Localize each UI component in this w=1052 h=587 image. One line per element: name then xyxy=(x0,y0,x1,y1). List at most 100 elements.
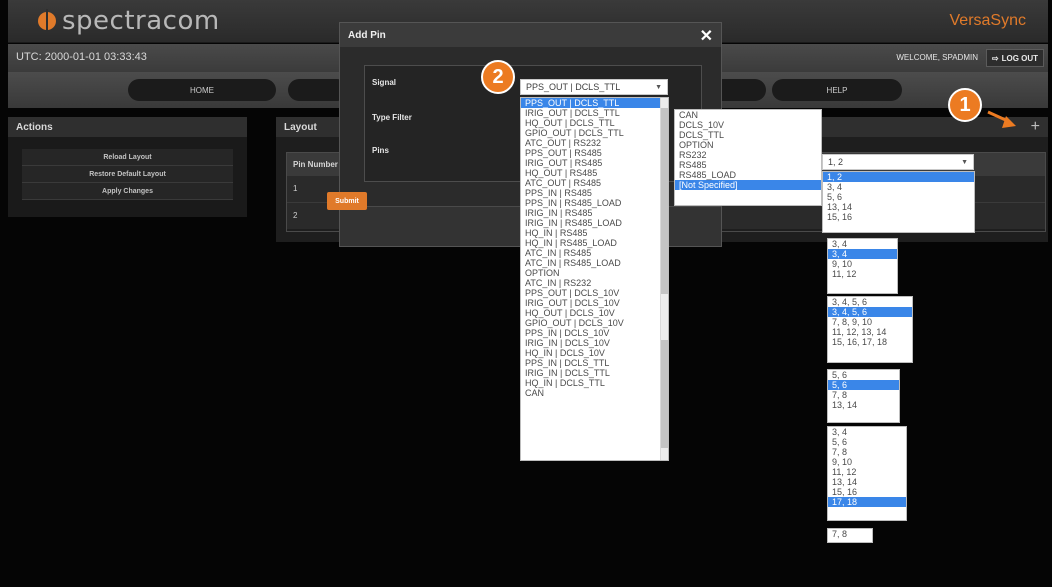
pins-option-list[interactable]: 3, 4 5, 6 7, 8 9, 10 11, 12 13, 14 15, 16 17, 1… xyxy=(827,426,907,521)
list-item[interactable]: 3, 4 xyxy=(828,239,897,249)
list-item[interactable]: 5, 6 xyxy=(828,370,899,380)
list-item[interactable]: 1, 2 xyxy=(823,172,974,182)
list-item[interactable]: CAN xyxy=(521,388,668,398)
list-item[interactable]: 5, 6 xyxy=(828,437,906,447)
list-item[interactable]: ATC_IN | RS485_LOAD xyxy=(521,258,668,268)
close-icon[interactable]: ✕ xyxy=(700,26,713,46)
list-item[interactable]: HQ_OUT | RS485 xyxy=(521,168,668,178)
list-item[interactable]: 13, 14 xyxy=(828,477,906,487)
list-item[interactable]: 15, 16, 17, 18 xyxy=(828,337,912,347)
list-item[interactable]: PPS_IN | RS485_LOAD xyxy=(521,198,668,208)
chevron-down-icon: ▼ xyxy=(655,84,662,91)
list-item[interactable]: PPS_OUT | RS485 xyxy=(521,148,668,158)
list-item[interactable]: IRIG_IN | RS485 xyxy=(521,208,668,218)
list-item[interactable]: 3, 4 xyxy=(828,249,897,259)
list-item[interactable]: 15, 16 xyxy=(828,487,906,497)
list-item[interactable]: 7, 8, 9, 10 xyxy=(828,317,912,327)
scrollbar-thumb-lower[interactable] xyxy=(661,340,668,448)
list-item[interactable]: DCLS_TTL xyxy=(675,130,821,140)
list-item[interactable]: PPS_IN | DCLS_10V xyxy=(521,328,668,338)
signal-dropdown-list[interactable]: PPS_OUT | DCLS_TTL IRIG_OUT | DCLS_TTL HQ_… xyxy=(520,97,669,461)
list-item[interactable]: 15, 16 xyxy=(823,212,974,222)
list-item[interactable]: 11, 12, 13, 14 xyxy=(828,327,912,337)
signal-list-scrollbar[interactable] xyxy=(660,98,668,460)
pins-option-list[interactable]: 3, 4, 5, 6 3, 4, 5, 6 7, 8, 9, 10 11, 12, 1… xyxy=(827,296,913,363)
list-item[interactable]: 9, 10 xyxy=(828,457,906,467)
list-item[interactable]: IRIG_IN | DCLS_10V xyxy=(521,338,668,348)
pins-dropdown-list[interactable]: 1, 2 3, 4 5, 6 13, 14 15, 16 xyxy=(822,171,975,233)
list-item[interactable]: HQ_IN | DCLS_10V xyxy=(521,348,668,358)
list-item[interactable]: GPIO_OUT | DCLS_TTL xyxy=(521,128,668,138)
list-item[interactable]: PPS_OUT | DCLS_TTL xyxy=(521,98,668,108)
list-item[interactable]: RS485_LOAD xyxy=(675,170,821,180)
logout-icon: ⇨ xyxy=(991,53,999,63)
nav-help-button[interactable]: HELP xyxy=(772,79,902,101)
list-item[interactable]: CAN xyxy=(675,110,821,120)
list-item[interactable]: HQ_IN | RS485_LOAD xyxy=(521,238,668,248)
list-item[interactable]: OPTION xyxy=(675,140,821,150)
list-item[interactable]: 5, 6 xyxy=(823,192,974,202)
list-item[interactable]: 7, 8 xyxy=(828,390,899,400)
list-item[interactable]: ATC_OUT | RS485 xyxy=(521,178,668,188)
list-item[interactable]: IRIG_OUT | DCLS_TTL xyxy=(521,108,668,118)
signal-select[interactable]: PPS_OUT | DCLS_TTL ▼ xyxy=(520,79,668,95)
list-item[interactable]: 13, 14 xyxy=(828,400,899,410)
nav-home-button[interactable]: HOME xyxy=(128,79,276,101)
logo: spectracom xyxy=(38,4,220,38)
list-item[interactable]: IRIG_IN | DCLS_TTL xyxy=(521,368,668,378)
list-item[interactable]: 11, 12 xyxy=(828,467,906,477)
restore-default-layout-button[interactable]: Restore Default Layout xyxy=(22,166,233,183)
product-name: VersaSync xyxy=(949,12,1026,29)
list-item[interactable]: [Not Specified] xyxy=(675,180,821,190)
list-item[interactable]: 9, 10 xyxy=(828,259,897,269)
list-item[interactable]: IRIG_OUT | RS485 xyxy=(521,158,668,168)
scrollbar-thumb[interactable] xyxy=(661,108,668,294)
list-item[interactable]: PPS_IN | DCLS_TTL xyxy=(521,358,668,368)
pins-option-list[interactable]: 5, 6 5, 6 7, 8 13, 14 xyxy=(827,369,900,423)
list-item[interactable]: 13, 14 xyxy=(823,202,974,212)
type-filter-dropdown-list[interactable]: CAN DCLS_10V DCLS_TTL OPTION RS232 RS485 RS485… xyxy=(674,109,822,206)
list-item[interactable]: 7, 8 xyxy=(828,529,872,539)
list-item[interactable]: 5, 6 xyxy=(828,380,899,390)
callout-arrow-icon xyxy=(987,110,1016,128)
pins-select-value: 1, 2 xyxy=(828,157,844,167)
signal-select-value: PPS_OUT | DCLS_TTL xyxy=(526,82,621,92)
pins-option-list[interactable]: 3, 4 3, 4 9, 10 11, 12 xyxy=(827,238,898,294)
logo-text: spectracom xyxy=(62,6,220,36)
apply-changes-button[interactable]: Apply Changes xyxy=(22,183,233,200)
list-item[interactable]: ATC_IN | RS232 xyxy=(521,278,668,288)
list-item[interactable]: 3, 4 xyxy=(828,427,906,437)
list-item[interactable]: 17, 18 xyxy=(828,497,906,507)
list-item[interactable]: OPTION xyxy=(521,268,668,278)
list-item[interactable]: PPS_OUT | DCLS_10V xyxy=(521,288,668,298)
list-item[interactable]: DCLS_10V xyxy=(675,120,821,130)
pins-option-list[interactable]: 7, 8 xyxy=(827,528,873,543)
list-item[interactable]: 3, 4, 5, 6 xyxy=(828,307,912,317)
logout-button[interactable]: ⇨ LOG OUT xyxy=(986,49,1044,67)
list-item[interactable]: HQ_OUT | DCLS_TTL xyxy=(521,118,668,128)
list-item[interactable]: PPS_IN | RS485 xyxy=(521,188,668,198)
callout-1: 1 xyxy=(948,88,982,122)
submit-button[interactable]: Submit xyxy=(327,192,367,210)
list-item[interactable]: HQ_IN | RS485 xyxy=(521,228,668,238)
list-item[interactable]: ATC_IN | RS485 xyxy=(521,248,668,258)
actions-title: Actions xyxy=(8,117,247,137)
list-item[interactable]: RS232 xyxy=(675,150,821,160)
list-item[interactable]: 3, 4 xyxy=(823,182,974,192)
list-item[interactable]: HQ_OUT | DCLS_10V xyxy=(521,308,668,318)
reload-layout-button[interactable]: Reload Layout xyxy=(22,149,233,166)
list-item[interactable]: 11, 12 xyxy=(828,269,897,279)
utc-clock: UTC: 2000-01-01 03:33:43 xyxy=(16,51,147,63)
actions-panel: Actions Reload Layout Restore Default La… xyxy=(8,117,247,217)
list-item[interactable]: HQ_IN | DCLS_TTL xyxy=(521,378,668,388)
pins-select[interactable]: 1, 2 ▼ xyxy=(822,154,974,170)
modal-title: Add Pin xyxy=(340,23,721,47)
list-item[interactable]: 7, 8 xyxy=(828,447,906,457)
list-item[interactable]: IRIG_IN | RS485_LOAD xyxy=(521,218,668,228)
add-pin-icon[interactable]: + xyxy=(1031,118,1040,136)
list-item[interactable]: 3, 4, 5, 6 xyxy=(828,297,912,307)
list-item[interactable]: GPIO_OUT | DCLS_10V xyxy=(521,318,668,328)
list-item[interactable]: ATC_OUT | RS232 xyxy=(521,138,668,148)
list-item[interactable]: IRIG_OUT | DCLS_10V xyxy=(521,298,668,308)
list-item[interactable]: RS485 xyxy=(675,160,821,170)
